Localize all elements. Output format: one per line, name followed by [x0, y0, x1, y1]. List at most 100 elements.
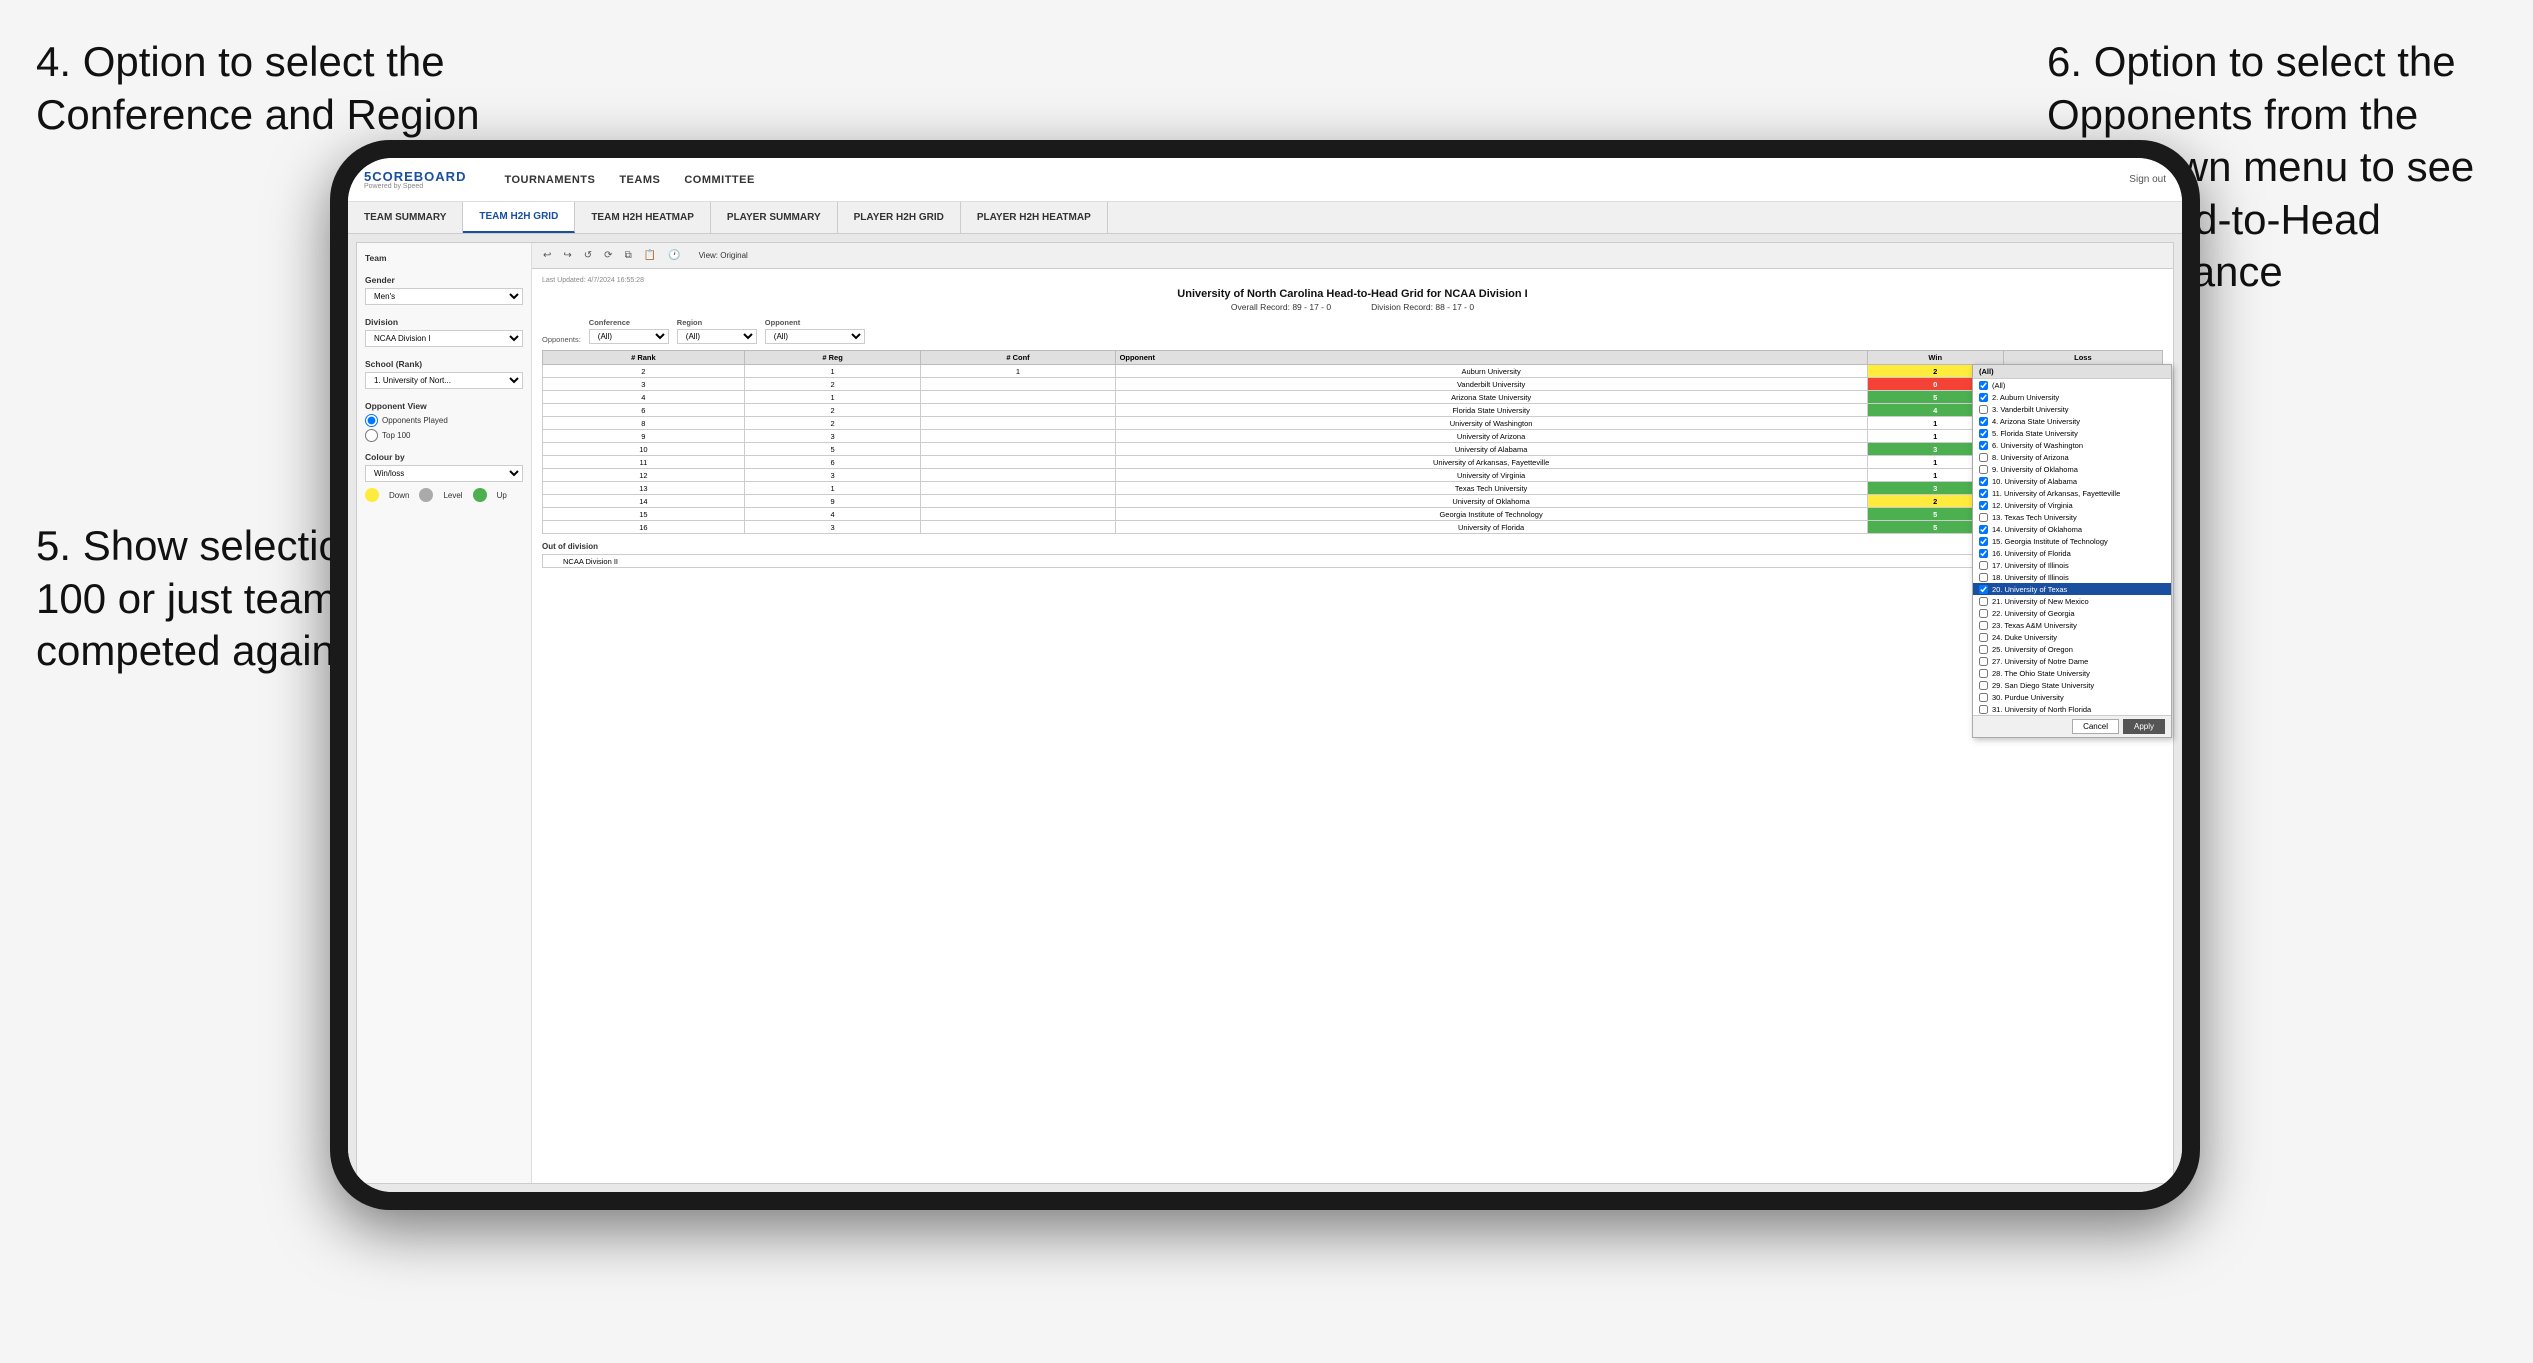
legend-row: Down Level Up — [365, 488, 523, 502]
dropdown-item[interactable]: 13. Texas Tech University — [1973, 511, 2171, 523]
nav-committee[interactable]: COMMITTEE — [684, 172, 755, 188]
colour-dropdown[interactable]: Win/loss — [365, 465, 523, 482]
dropdown-item[interactable]: 12. University of Virginia — [1973, 499, 2171, 511]
table-row: 8 2 University of Washington 1 0 — [543, 417, 2163, 430]
sign-out-link[interactable]: Sign out — [2129, 174, 2166, 185]
legend-level-label: Level — [443, 491, 462, 500]
dropdown-item[interactable]: 15. Georgia Institute of Technology — [1973, 535, 2171, 547]
tablet-screen: 5COREBOARD Powered by Speed TOURNAMENTS … — [348, 158, 2182, 1192]
team-label: Team — [365, 253, 523, 263]
opponents-label: Opponents: — [542, 335, 581, 344]
dropdown-item[interactable]: 17. University of Illinois — [1973, 559, 2171, 571]
dropdown-item[interactable]: 23. Texas A&M University — [1973, 619, 2171, 631]
clock-button[interactable]: 🕐 — [665, 249, 683, 262]
logo: 5COREBOARD Powered by Speed — [364, 170, 466, 190]
out-of-division-label: Out of division — [542, 542, 2163, 551]
dropdown-item[interactable]: 4. Arizona State University — [1973, 415, 2171, 427]
dropdown-item[interactable]: 3. Vanderbilt University — [1973, 403, 2171, 415]
th-reg: # Reg — [744, 351, 921, 365]
dropdown-item[interactable]: 20. University of Texas — [1973, 583, 2171, 595]
td-reg: 1 — [744, 365, 921, 378]
td-conf — [921, 417, 1115, 430]
refresh-button[interactable]: ⟳ — [601, 249, 615, 262]
subnav-team-summary[interactable]: TEAM SUMMARY — [348, 202, 463, 233]
dropdown-item[interactable]: 31. University of North Florida — [1973, 703, 2171, 715]
dropdown-item[interactable]: 28. The Ohio State University — [1973, 667, 2171, 679]
subnav-player-h2h-heatmap[interactable]: PLAYER H2H HEATMAP — [961, 202, 1108, 233]
region-filter-label: Region — [677, 318, 757, 327]
dropdown-item[interactable]: 5. Florida State University — [1973, 427, 2171, 439]
opponent-filter-dropdown[interactable]: (All) — [765, 329, 865, 344]
nav-teams[interactable]: TEAMS — [619, 172, 660, 188]
dropdown-item[interactable]: 22. University of Georgia — [1973, 607, 2171, 619]
data-table: # Rank # Reg # Conf Opponent Win Loss — [542, 350, 2163, 534]
cancel-button[interactable]: Cancel — [2072, 719, 2119, 734]
paste-button[interactable]: 📋 — [641, 249, 659, 262]
division-dropdown[interactable]: NCAA Division I — [365, 330, 523, 347]
undo-button[interactable]: ↩ — [540, 249, 554, 262]
radio-opponents-played[interactable]: Opponents Played — [365, 414, 523, 427]
team-section: Team — [365, 253, 523, 263]
td-rank: 3 — [543, 378, 745, 391]
dropdown-item[interactable]: 30. Purdue University — [1973, 691, 2171, 703]
copy-button[interactable]: ⧉ — [622, 249, 635, 262]
td-opponent: University of Florida — [1115, 521, 1867, 534]
dropdown-item[interactable]: 14. University of Oklahoma — [1973, 523, 2171, 535]
redo-button[interactable]: ↪ — [560, 249, 574, 262]
opponent-filter: Opponent (All) — [765, 318, 865, 344]
td-opponent: University of Washington — [1115, 417, 1867, 430]
school-dropdown[interactable]: 1. University of Nort... — [365, 372, 523, 389]
logo-text: 5COREBOARD — [364, 170, 466, 183]
dropdown-item[interactable]: (All) — [1973, 379, 2171, 391]
nav-tournaments[interactable]: TOURNAMENTS — [504, 172, 595, 188]
dropdown-item[interactable]: 9. University of Oklahoma — [1973, 463, 2171, 475]
td-conf — [921, 469, 1115, 482]
td-rank: 10 — [543, 443, 745, 456]
dropdown-item[interactable]: 21. University of New Mexico — [1973, 595, 2171, 607]
dropdown-item[interactable]: 27. University of Notre Dame — [1973, 655, 2171, 667]
dropdown-item[interactable]: 6. University of Washington — [1973, 439, 2171, 451]
td-conf — [921, 378, 1115, 391]
dropdown-item[interactable]: 16. University of Florida — [1973, 547, 2171, 559]
td-opponent: University of Oklahoma — [1115, 495, 1867, 508]
dropdown-item[interactable]: 8. University of Arizona — [1973, 451, 2171, 463]
td-reg: 6 — [744, 456, 921, 469]
dropdown-item[interactable]: 25. University of Oregon — [1973, 643, 2171, 655]
td-conf — [921, 430, 1115, 443]
td-reg: 3 — [744, 469, 921, 482]
subnav-player-h2h-grid[interactable]: PLAYER H2H GRID — [838, 202, 961, 233]
out-of-division-table: NCAA Division II 1 0 — [542, 554, 2163, 568]
table-row: 2 1 1 Auburn University 2 1 — [543, 365, 2163, 378]
table-body: 2 1 1 Auburn University 2 1 3 2 Vanderbi… — [543, 365, 2163, 534]
dropdown-item[interactable]: 18. University of Illinois — [1973, 571, 2171, 583]
division-section: Division NCAA Division I — [365, 317, 523, 347]
gender-dropdown[interactable]: Men's — [365, 288, 523, 305]
table-row: 3 2 Vanderbilt University 0 4 — [543, 378, 2163, 391]
dropdown-item[interactable]: 29. San Diego State University — [1973, 679, 2171, 691]
legend-down-label: Down — [389, 491, 409, 500]
subnav-player-summary[interactable]: PLAYER SUMMARY — [711, 202, 838, 233]
tablet-device: 5COREBOARD Powered by Speed TOURNAMENTS … — [330, 140, 2200, 1210]
overall-record-value: 89 - 17 - 0 — [1292, 302, 1331, 312]
dropdown-item[interactable]: 24. Duke University — [1973, 631, 2171, 643]
table-row: 4 1 Arizona State University 5 1 — [543, 391, 2163, 404]
dropdown-item[interactable]: 10. University of Alabama — [1973, 475, 2171, 487]
subnav-team-h2h-grid[interactable]: TEAM H2H GRID — [463, 202, 575, 233]
dropdown-item[interactable]: 11. University of Arkansas, Fayetteville — [1973, 487, 2171, 499]
th-win: Win — [1867, 351, 2003, 365]
dropdown-item[interactable]: 2. Auburn University — [1973, 391, 2171, 403]
conference-filter-dropdown[interactable]: (All) — [589, 329, 669, 344]
td-reg: 4 — [744, 508, 921, 521]
td-opponent: Texas Tech University — [1115, 482, 1867, 495]
td-rank: 15 — [543, 508, 745, 521]
annotation-top-left: 4. Option to select the Conference and R… — [36, 36, 516, 141]
region-filter-dropdown[interactable]: (All) — [677, 329, 757, 344]
school-label: School (Rank) — [365, 359, 523, 369]
th-conf: # Conf — [921, 351, 1115, 365]
toolbar: ↩ ↪ ↺ ⟳ ⧉ 📋 🕐 View: Original — [532, 243, 2173, 269]
radio-top100[interactable]: Top 100 — [365, 429, 523, 442]
reset-button[interactable]: ↺ — [581, 249, 595, 262]
apply-button[interactable]: Apply — [2123, 719, 2165, 734]
td-rank: 9 — [543, 430, 745, 443]
subnav-team-h2h-heatmap[interactable]: TEAM H2H HEATMAP — [575, 202, 711, 233]
